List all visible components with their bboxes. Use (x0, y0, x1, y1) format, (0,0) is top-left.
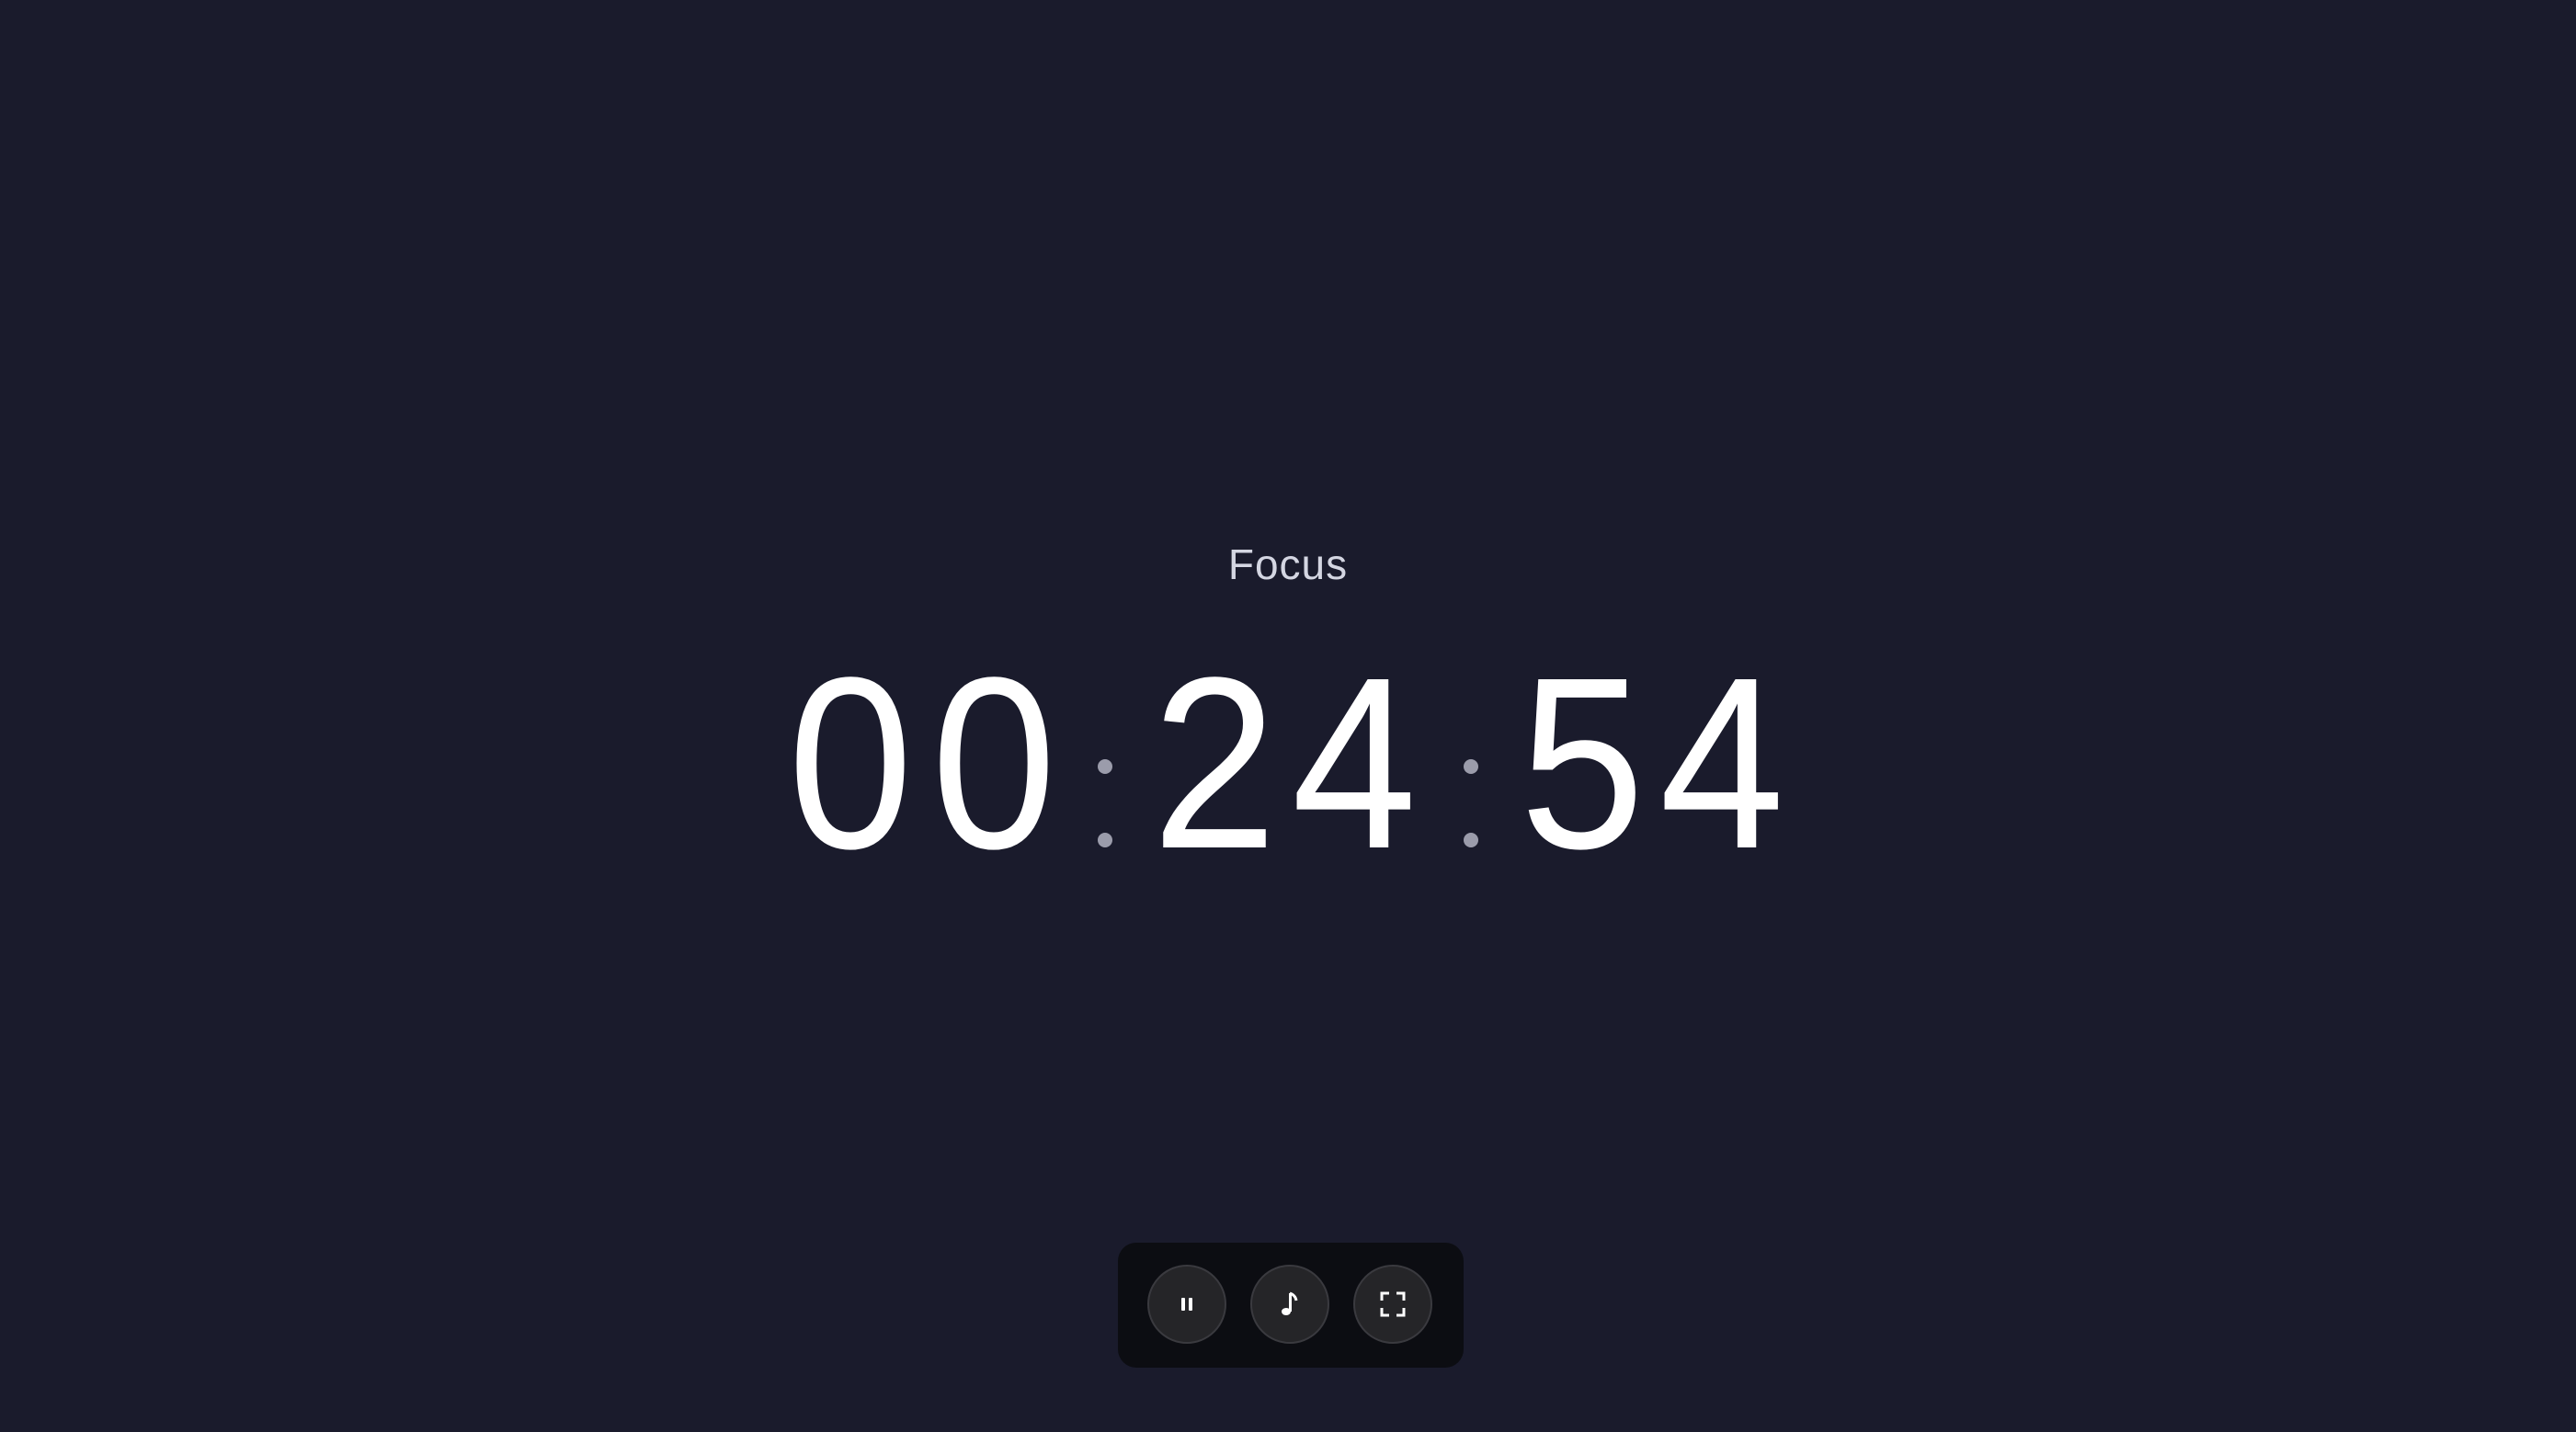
hours-ones-digit: 0 (930, 627, 1057, 900)
seconds-ones-digit: 4 (1658, 627, 1785, 900)
separator-dot (1464, 833, 1478, 847)
mode-label: Focus (1227, 540, 1349, 588)
pause-icon (1178, 1295, 1196, 1313)
timer-display: 0 0 2 4 5 4 (0, 627, 2576, 900)
hours-tens-digit: 0 (787, 627, 914, 900)
separator-dot (1464, 759, 1478, 774)
separator-dot (1098, 833, 1112, 847)
hours-minutes-separator (1096, 649, 1114, 879)
separator-dot (1098, 759, 1112, 774)
control-bar (1118, 1243, 1464, 1368)
fullscreen-button[interactable] (1353, 1265, 1432, 1344)
music-button[interactable] (1250, 1265, 1329, 1344)
seconds-tens-digit: 5 (1519, 627, 1646, 900)
minutes-tens-digit: 2 (1151, 627, 1278, 900)
minutes-seconds-separator (1462, 649, 1480, 879)
fullscreen-icon (1379, 1290, 1407, 1318)
music-note-icon (1279, 1290, 1301, 1318)
minutes-ones-digit: 4 (1291, 627, 1418, 900)
pause-button[interactable] (1147, 1265, 1226, 1344)
timer-screen: Focus 0 0 2 4 5 4 (0, 0, 2576, 1432)
